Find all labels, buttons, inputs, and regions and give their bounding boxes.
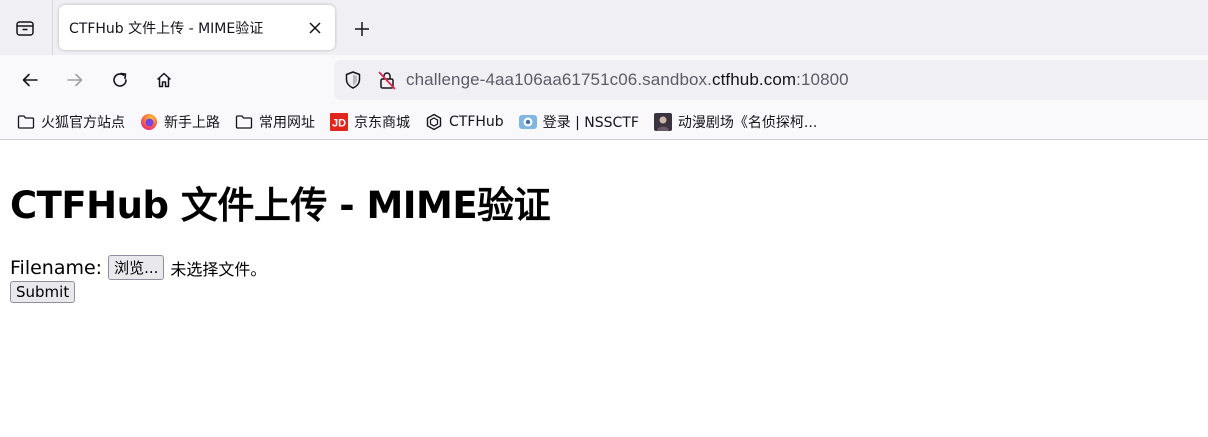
reload-icon <box>113 72 127 87</box>
bookmark-common-sites[interactable]: 常用网址 <box>228 109 321 135</box>
page-content: CTFHub 文件上传 - MIME验证 Filename: 浏览... 未选择… <box>0 141 1208 437</box>
bookmark-label: 常用网址 <box>259 115 315 131</box>
bookmark-label: CTFHub <box>449 114 504 130</box>
bookmark-anime[interactable]: 动漫剧场《名侦探柯... <box>647 109 823 135</box>
bookmark-firefox-official[interactable]: 火狐官方站点 <box>10 109 131 135</box>
file-status-text: 未选择文件。 <box>170 259 267 279</box>
forward-button[interactable] <box>61 66 89 94</box>
active-tab[interactable]: CTFHub 文件上传 - MIME验证 <box>59 5 335 50</box>
anime-icon <box>653 112 673 132</box>
bookmark-label: 动漫剧场《名侦探柯... <box>677 115 818 131</box>
file-row: Filename: 浏览... 未选择文件。 <box>10 255 1198 280</box>
home-button[interactable] <box>150 66 178 94</box>
plus-icon <box>355 22 369 36</box>
tab-list-icon <box>16 21 34 36</box>
url-bar[interactable]: challenge-4aa106aa61751c06.sandbox.ctfhu… <box>334 60 1208 100</box>
bookmarks-toolbar: 火狐官方站点 新手上路 常用网址 JD 京东商城 CTFHub 登录 | NSS… <box>0 105 1208 140</box>
close-icon <box>309 21 321 34</box>
ctfhub-icon <box>424 112 444 132</box>
bookmark-label: 火狐官方站点 <box>41 115 125 131</box>
firefox-icon <box>139 112 159 132</box>
tab-title: CTFHub 文件上传 - MIME验证 <box>69 20 264 37</box>
new-tab-button[interactable] <box>349 16 375 42</box>
folder-icon <box>16 112 36 132</box>
home-icon <box>156 72 172 88</box>
submit-button[interactable]: Submit <box>10 281 76 303</box>
tab-strip: CTFHub 文件上传 - MIME验证 <box>0 0 1208 55</box>
filename-label: Filename: <box>10 256 103 279</box>
svg-text:JD: JD <box>332 118 346 130</box>
bookmark-nssctf[interactable]: 登录 | NSSCTF <box>512 109 645 135</box>
navigation-toolbar: challenge-4aa106aa61751c06.sandbox.ctfhu… <box>0 55 1208 105</box>
url-text: challenge-4aa106aa61751c06.sandbox.ctfhu… <box>406 70 849 89</box>
insecure-connection-icon[interactable] <box>376 69 398 91</box>
nssctf-icon <box>518 112 538 132</box>
bookmark-ctfhub[interactable]: CTFHub <box>418 109 510 135</box>
arrow-left-icon <box>22 73 38 87</box>
tab-list-button[interactable] <box>12 16 38 40</box>
bookmark-label: 新手上路 <box>164 115 220 131</box>
back-button[interactable] <box>16 66 44 94</box>
bookmark-label: 登录 | NSSCTF <box>542 115 639 131</box>
bookmark-label: 京东商城 <box>354 115 410 131</box>
tracking-protection-icon[interactable] <box>342 69 364 91</box>
jd-icon: JD <box>329 112 349 132</box>
page-title: CTFHub 文件上传 - MIME验证 <box>10 184 551 227</box>
tabstrip-divider <box>52 0 53 55</box>
upload-form: Filename: 浏览... 未选择文件。 Submit <box>10 255 1198 303</box>
browse-button[interactable]: 浏览... <box>108 255 165 280</box>
bookmark-getting-started[interactable]: 新手上路 <box>133 109 226 135</box>
tab-close-button[interactable] <box>303 16 327 40</box>
folder-icon <box>234 112 254 132</box>
bookmark-jd[interactable]: JD 京东商城 <box>323 109 416 135</box>
arrow-right-icon <box>67 73 83 87</box>
reload-button[interactable] <box>106 66 134 94</box>
